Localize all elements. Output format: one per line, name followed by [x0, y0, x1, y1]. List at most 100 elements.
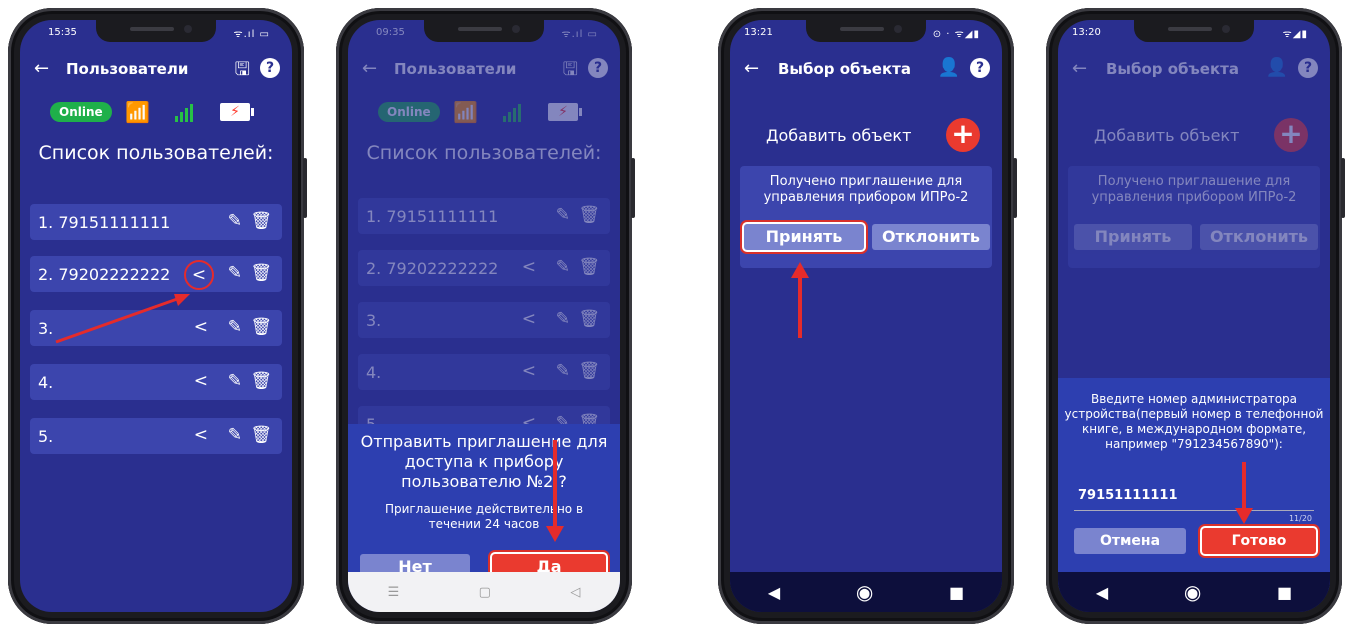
help-icon[interactable]: ? — [588, 58, 608, 78]
back-arrow-icon[interactable]: ← — [744, 58, 759, 79]
add-object-row: Добавить объект + — [1058, 116, 1330, 156]
user-icon: 👤 — [1265, 57, 1288, 78]
user-row-label: 1. 79151111111 — [366, 207, 499, 226]
user-icon[interactable]: 👤 — [938, 57, 960, 78]
user-row-5[interactable]: 5. < ✎ 🗑 — [30, 418, 282, 454]
edit-icon[interactable]: ✎ — [228, 425, 242, 445]
menu-icon[interactable]: ☰ — [388, 585, 400, 600]
user-row-2[interactable]: 2. 79202222222 < ✎ 🗑 — [30, 256, 282, 292]
app-bar: ← Пользователи 🖫 ? — [20, 48, 292, 88]
decline-button[interactable]: Отклонить — [872, 224, 990, 250]
trash-icon: 🗑 — [578, 205, 600, 225]
invite-message: Получено приглашение для управления приб… — [1091, 174, 1297, 205]
back-arrow-icon[interactable]: ← — [362, 58, 377, 79]
phone-1: 15:35 ᯤ.ıl ▭ ← Пользователи 🖫 ? Online 📶… — [8, 8, 307, 624]
accept-button[interactable]: Принять — [744, 224, 864, 250]
annotation-arrow — [798, 276, 802, 338]
back-arrow-icon: ← — [1072, 58, 1088, 79]
add-icon: + — [1274, 118, 1308, 152]
status-time: 15:35 — [48, 27, 77, 38]
edit-icon[interactable]: ✎ — [228, 211, 242, 231]
user-row-label: 3. — [366, 311, 382, 330]
edit-icon: ✎ — [555, 205, 570, 225]
share-icon[interactable]: < — [194, 425, 208, 445]
admin-prompt: Введите номер администратора устройства(… — [1064, 392, 1324, 451]
user-row-4[interactable]: 4. < ✎ 🗑 — [30, 364, 282, 400]
save-icon[interactable]: 🖫 — [563, 57, 578, 87]
back-icon[interactable]: ◀ — [1096, 583, 1108, 602]
app-bar: ← Выбор объекта 👤 ? — [1058, 48, 1330, 88]
add-object-label: Добавить объект — [766, 126, 912, 145]
trash-icon[interactable]: 🗑 — [250, 425, 272, 445]
user-row-label: 4. — [366, 363, 382, 382]
device-indicators: Online 📶 ⚡ — [348, 98, 620, 130]
trash-icon[interactable]: 🗑 — [250, 371, 272, 391]
cancel-button[interactable]: Отмена — [1074, 528, 1186, 554]
share-icon: < — [521, 257, 536, 277]
user-row-label: 4. — [38, 373, 54, 392]
status-time: 13:20 — [1072, 27, 1101, 38]
dialog-note: Приглашение действительно в течении 24 ч… — [384, 502, 584, 531]
phone-4: 13:20 ᯤ◢▮ ← Выбор объекта 👤 ? Добавить о… — [1046, 8, 1345, 624]
user-row-2: 2. 79202222222 < ✎ 🗑 — [358, 250, 610, 286]
status-icons: ᯤ.ıl ▭ — [233, 29, 270, 40]
back-icon[interactable]: ◁ — [570, 585, 580, 600]
help-icon[interactable]: ? — [260, 58, 280, 78]
phone-3: 13:21 ⊙ · ᯤ◢▮ ← Выбор объекта 👤 ? Добави… — [718, 8, 1017, 624]
share-icon[interactable]: < — [184, 260, 214, 290]
page-title: Выбор объекта — [778, 60, 911, 78]
recents-icon[interactable]: ■ — [1277, 583, 1292, 602]
edit-icon[interactable]: ✎ — [228, 371, 242, 391]
user-row-1[interactable]: 1. 79151111111 ✎ 🗑 — [30, 204, 282, 240]
char-counter: 11/20 — [1288, 514, 1312, 523]
add-icon[interactable]: + — [946, 118, 980, 152]
page-title: Выбор объекта — [1106, 60, 1239, 78]
edit-icon[interactable]: ✎ — [228, 317, 242, 337]
admin-number-input[interactable]: 79151111111 — [1078, 488, 1178, 503]
status-icons: ⊙ · ᯤ◢▮ — [932, 29, 980, 40]
status-icons: ᯤ.ıl ▭ — [561, 29, 598, 40]
trash-icon: 🗑 — [578, 257, 600, 277]
invite-dialog: Отправить приглашение для доступа к приб… — [348, 424, 620, 592]
online-badge: Online — [378, 102, 440, 122]
add-object-row[interactable]: Добавить объект + — [730, 116, 1002, 156]
invite-message: Получено приглашение для управления приб… — [763, 174, 969, 205]
trash-icon[interactable]: 🗑 — [250, 263, 272, 283]
back-arrow-icon[interactable]: ← — [34, 58, 49, 79]
edit-icon[interactable]: ✎ — [228, 263, 242, 283]
recents-icon[interactable]: ■ — [949, 583, 964, 602]
back-icon[interactable]: ◀ — [768, 583, 780, 602]
user-row-label: 1. 79151111111 — [38, 213, 171, 232]
battery-charging-icon: ⚡ — [548, 103, 582, 121]
admin-number-dialog: Введите номер администратора устройства(… — [1058, 378, 1330, 590]
user-row-label: 5. — [38, 427, 54, 446]
trash-icon[interactable]: 🗑 — [250, 317, 272, 337]
share-icon[interactable]: < — [194, 371, 208, 391]
accept-button: Принять — [1074, 224, 1192, 250]
battery-charging-icon: ⚡ — [220, 103, 254, 121]
wifi-off-icon: 📶 — [453, 100, 478, 124]
phone-3-screen: 13:21 ⊙ · ᯤ◢▮ ← Выбор объекта 👤 ? Добави… — [730, 20, 1002, 612]
system-nav-bar: ☰ ▢ ◁ — [348, 572, 620, 612]
edit-icon: ✎ — [555, 309, 570, 329]
user-row-1: 1. 79151111111 ✎ 🗑 — [358, 198, 610, 234]
app-bar: ← Выбор объекта 👤 ? — [730, 48, 1002, 88]
signal-strength-icon — [175, 102, 193, 122]
invite-card: Получено приглашение для управления приб… — [1068, 166, 1320, 268]
home-icon[interactable]: ▢ — [479, 585, 491, 600]
done-button[interactable]: Готово — [1202, 528, 1316, 554]
save-icon[interactable]: 🖫 — [235, 57, 250, 87]
list-title: Список пользователей: — [366, 142, 602, 164]
home-icon[interactable]: ◉ — [856, 580, 873, 604]
page-title: Пользователи — [394, 60, 517, 78]
home-icon[interactable]: ◉ — [1184, 580, 1201, 604]
trash-icon[interactable]: 🗑 — [250, 211, 272, 231]
edit-icon: ✎ — [555, 257, 570, 277]
app-bar: ← Пользователи 🖫 ? — [348, 48, 620, 88]
share-icon: < — [521, 309, 536, 329]
help-icon: ? — [1298, 58, 1318, 78]
help-icon[interactable]: ? — [970, 58, 990, 78]
trash-icon: 🗑 — [578, 361, 600, 381]
phone-4-screen: 13:20 ᯤ◢▮ ← Выбор объекта 👤 ? Добавить о… — [1058, 20, 1330, 612]
status-time: 13:21 — [744, 27, 773, 38]
